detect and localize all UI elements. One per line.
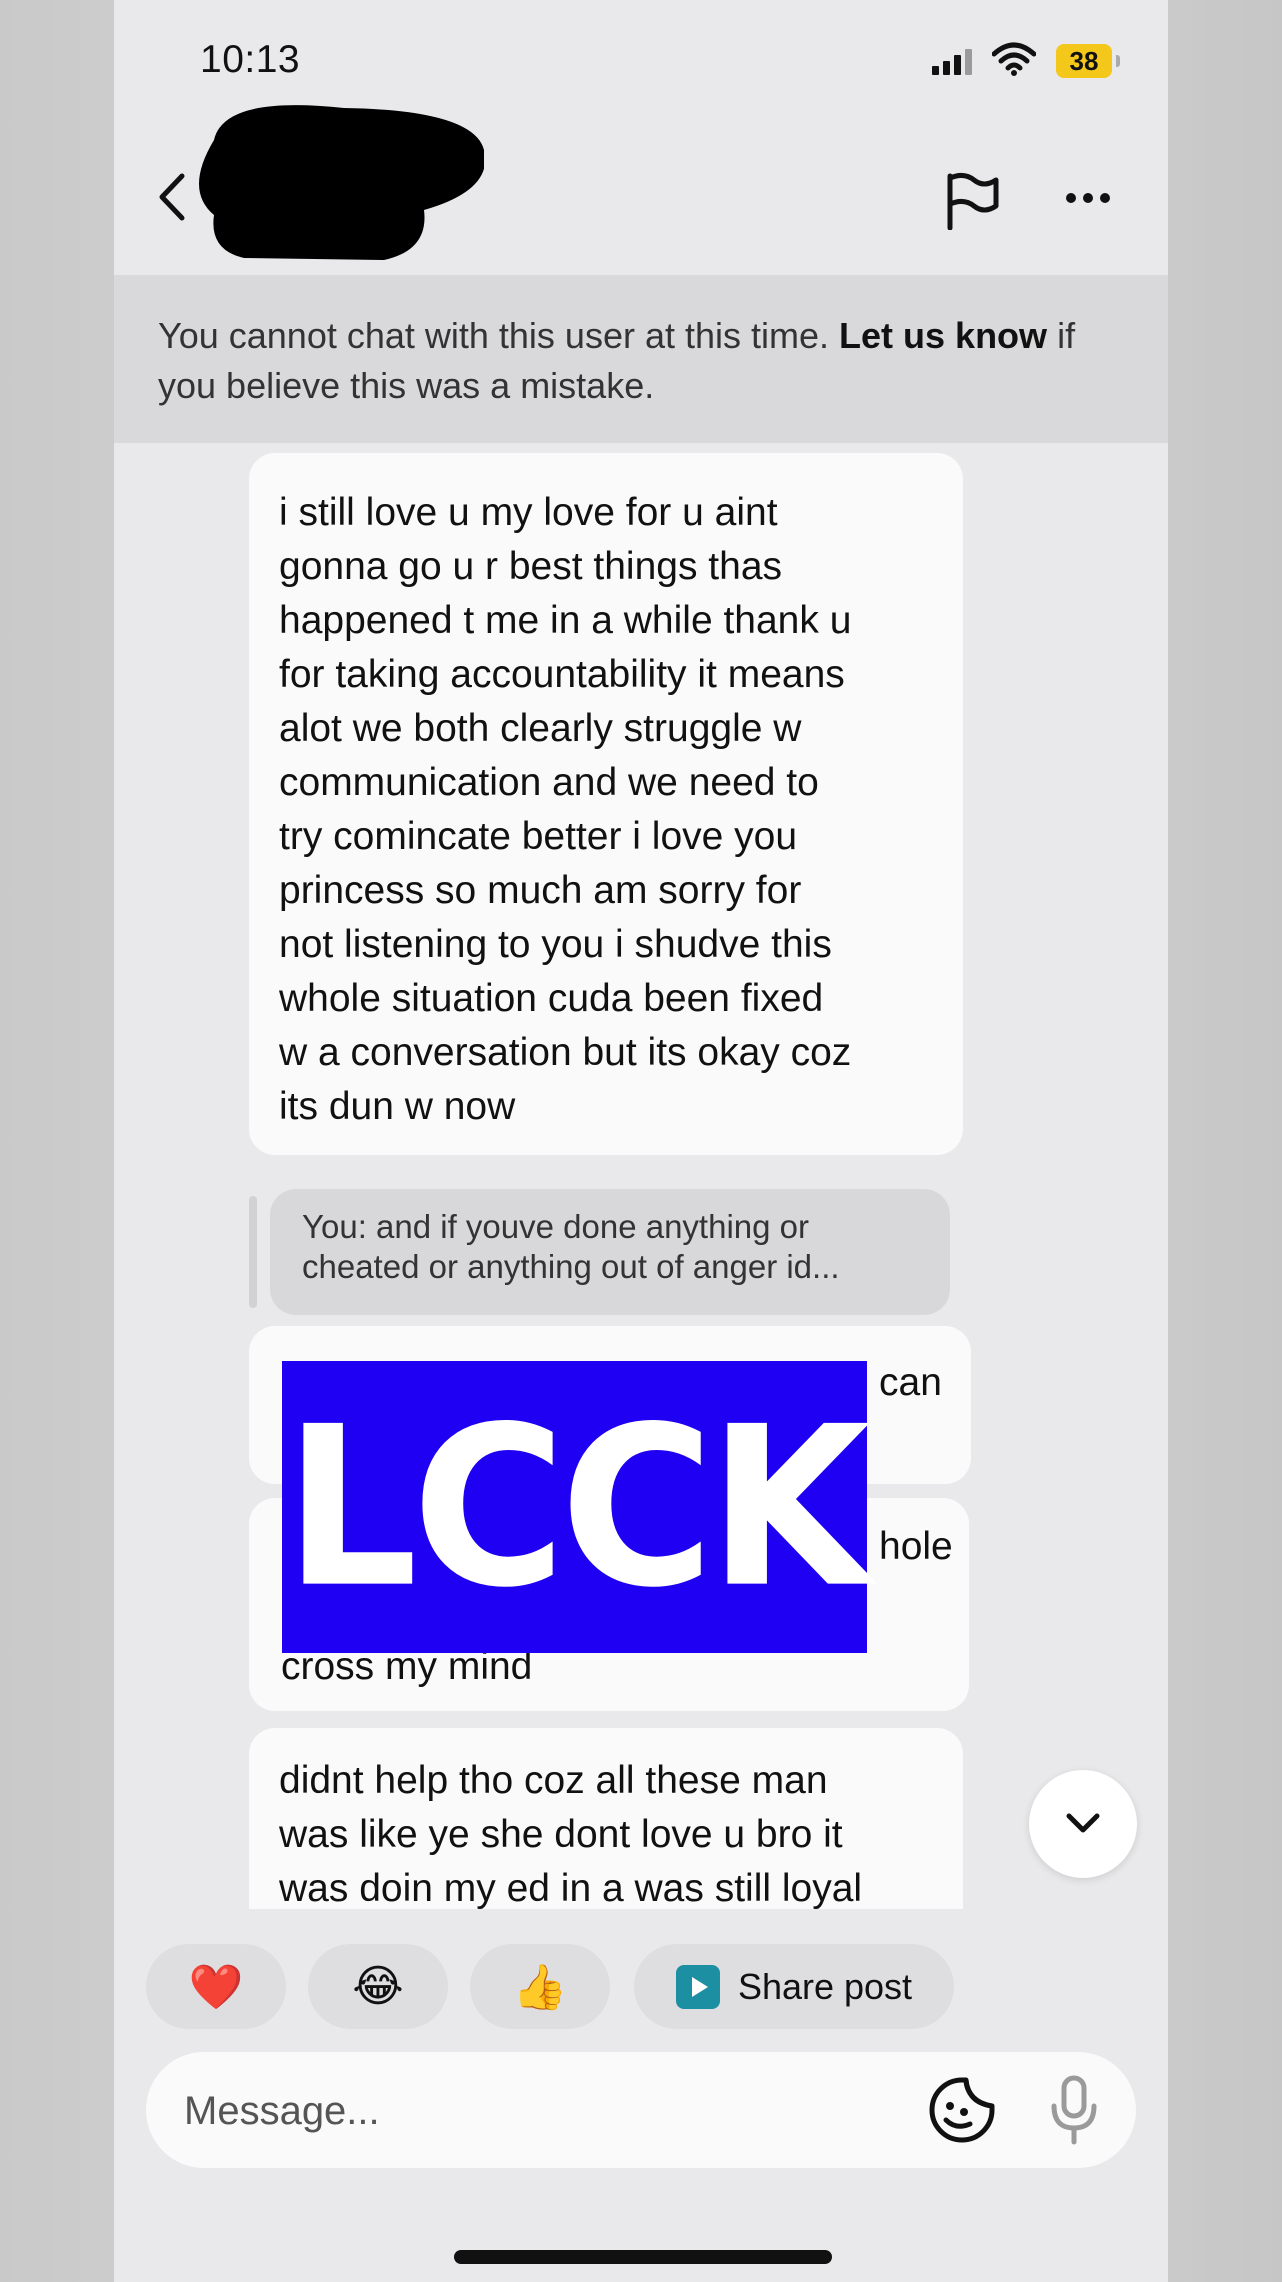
message-line: its dun w now <box>279 1085 516 1128</box>
thumbs-up-icon: 👍 <box>512 1962 568 2012</box>
share-post-label: Share post <box>737 1965 913 2007</box>
message-composer <box>146 2052 1136 2168</box>
message-line: not listening to you i shudve this <box>279 923 832 966</box>
heart-icon: ❤️ <box>188 1962 244 2012</box>
blocked-banner: You cannot chat with this user at this t… <box>114 275 1168 443</box>
message-line: alot we both clearly struggle w <box>279 707 802 750</box>
let-us-know-link[interactable]: Let us know <box>839 315 1047 356</box>
message-fragment: hole <box>879 1525 953 1568</box>
message-line: was doin my ed in a was still loyal <box>279 1867 863 1909</box>
message-fragment: can <box>879 1361 942 1404</box>
message-line: gonna go u r best things thas <box>279 545 783 588</box>
message-bubble: didnt help tho coz all these man was lik… <box>249 1728 963 1909</box>
censor-overlay: LCCK <box>282 1361 871 1653</box>
message-input[interactable] <box>182 2082 886 2140</box>
microphone-icon[interactable] <box>1046 2074 1102 2151</box>
message-line: whole situation cuda been fixed <box>279 977 824 1020</box>
message-line: for taking accountability it means <box>279 653 845 696</box>
signal-icon <box>932 49 976 75</box>
message-line: didnt help tho coz all these man <box>279 1759 828 1802</box>
laughing-face-icon: 😂 <box>352 1962 404 2011</box>
message-list: i still love u my love for u aint gonna … <box>114 443 1168 1909</box>
reaction-laugh-button[interactable]: 😂 <box>308 1944 448 2029</box>
reaction-thumbs-up-button[interactable]: 👍 <box>470 1944 610 2029</box>
wifi-icon <box>991 42 1037 81</box>
phone-screen: 10:13 38 You cannot chat with this user … <box>114 0 1168 2282</box>
banner-text: You cannot chat with this user at this t… <box>158 315 840 356</box>
scroll-to-bottom-button[interactable] <box>1029 1770 1137 1878</box>
report-flag-icon[interactable] <box>944 172 1002 235</box>
reply-indicator <box>249 1196 257 1308</box>
more-options-icon[interactable] <box>1066 190 1117 208</box>
message-bubble: i still love u my love for u aint gonna … <box>249 453 963 1155</box>
clock: 10:13 <box>200 38 301 81</box>
message-line: communication and we need to <box>279 761 819 804</box>
message-line: try comincate better i love you <box>279 815 798 858</box>
message-line: princess so much am sorry for <box>279 869 802 912</box>
share-post-button[interactable]: Share post <box>634 1944 954 2029</box>
message-line: was like ye she dont love u bro it <box>279 1813 843 1856</box>
battery-level: 38 <box>1069 46 1099 76</box>
home-indicator <box>454 2250 832 2264</box>
overlay-text: LCCK <box>284 1378 871 1636</box>
back-button[interactable] <box>154 172 188 227</box>
redaction-scribble <box>199 105 484 260</box>
quoted-reply[interactable]: You: and if youve done anything or cheat… <box>270 1189 950 1315</box>
chevron-down-icon <box>1066 1813 1100 1833</box>
battery-cap <box>1116 55 1120 67</box>
play-icon <box>675 1964 720 2009</box>
reaction-heart-button[interactable]: ❤️ <box>146 1944 286 2029</box>
message-line: i still love u my love for u aint <box>279 491 778 534</box>
message-line: happened t me in a while thank u <box>279 599 852 642</box>
message-line: w a conversation but its okay coz <box>279 1031 852 1074</box>
battery-icon: 38 <box>1056 44 1112 78</box>
sticker-icon[interactable] <box>928 2076 996 2149</box>
